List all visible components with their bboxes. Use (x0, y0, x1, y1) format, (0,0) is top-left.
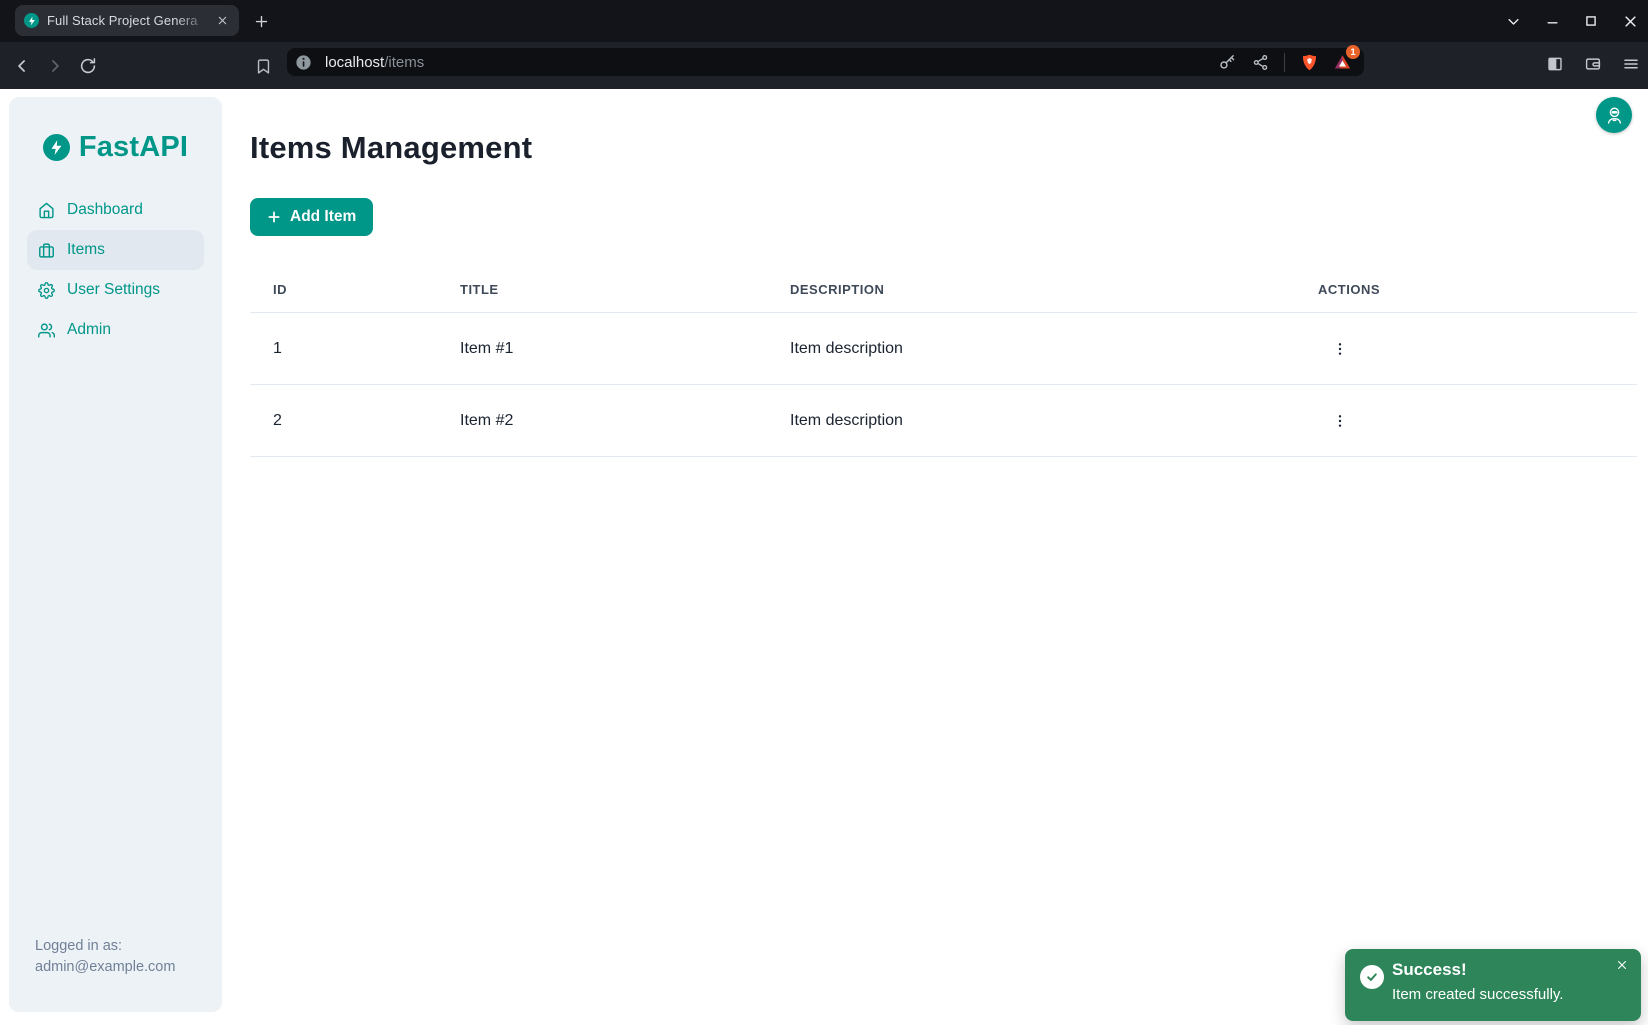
fastapi-logo: FastAPI (9, 97, 222, 164)
briefcase-icon (38, 242, 55, 259)
sidebar-item-dashboard[interactable]: Dashboard (27, 190, 204, 230)
row-actions-menu-button[interactable] (1324, 333, 1356, 365)
cell-description: Item description (790, 313, 1310, 385)
home-icon (38, 202, 55, 219)
brave-shield-icon[interactable] (1297, 50, 1321, 74)
minimize-icon[interactable] (1540, 9, 1564, 33)
toolbar-divider (1284, 53, 1285, 72)
cell-actions (1310, 385, 1637, 457)
window-controls (1501, 0, 1648, 42)
wallet-icon[interactable] (1581, 52, 1605, 76)
url-path: /items (384, 54, 424, 71)
sidebar-item-label: User Settings (67, 281, 160, 299)
cell-id: 1 (250, 313, 460, 385)
column-header-description: DESCRIPTION (790, 270, 1310, 313)
side-panel-icon[interactable] (1543, 52, 1567, 76)
bookmark-icon[interactable] (250, 53, 276, 79)
browser-toolbar: localhost/items 1 (0, 42, 1648, 89)
rewards-badge: 1 (1346, 45, 1360, 59)
sidebar: FastAPI Dashboard Items User Settings Ad… (9, 97, 222, 1012)
table-row: 1 Item #1 Item description (250, 313, 1637, 385)
sidebar-item-admin[interactable]: Admin (27, 310, 204, 350)
success-toast: Success! Item created successfully. (1345, 949, 1641, 1021)
sidebar-item-user-settings[interactable]: User Settings (27, 270, 204, 310)
add-item-label: Add Item (290, 208, 356, 226)
address-bar[interactable]: localhost/items 1 (287, 48, 1364, 76)
key-icon[interactable] (1215, 50, 1239, 74)
toast-title: Success! (1392, 960, 1467, 980)
cell-title: Item #2 (460, 385, 790, 457)
lightning-favicon-icon (24, 13, 39, 28)
sidebar-item-label: Dashboard (67, 201, 143, 219)
site-info-icon[interactable] (294, 53, 313, 72)
toast-message: Item created successfully. (1392, 986, 1563, 1003)
lightning-logo-icon (43, 134, 70, 161)
check-circle-icon (1360, 965, 1384, 989)
column-header-title: TITLE (460, 270, 790, 313)
user-astronaut-icon (1604, 105, 1625, 126)
column-header-actions: ACTIONS (1310, 270, 1637, 313)
sidebar-item-label: Items (67, 241, 105, 259)
back-icon[interactable] (9, 53, 35, 79)
sidebar-item-items[interactable]: Items (27, 230, 204, 270)
reload-icon[interactable] (75, 53, 101, 79)
cell-description: Item description (790, 385, 1310, 457)
forward-icon[interactable] (42, 53, 68, 79)
table-header-row: ID TITLE DESCRIPTION ACTIONS (250, 270, 1637, 313)
url-host: localhost (325, 54, 384, 71)
menu-hamburger-icon[interactable] (1619, 52, 1643, 76)
browser-titlebar: Full Stack Project Genera (0, 0, 1648, 42)
add-item-button[interactable]: Add Item (250, 198, 373, 236)
kebab-menu-icon (1332, 413, 1348, 429)
gear-icon (38, 282, 55, 299)
kebab-menu-icon (1332, 341, 1348, 357)
users-icon (38, 322, 55, 339)
logged-in-info: Logged in as: admin@example.com (35, 936, 175, 978)
toast-close-icon[interactable] (1613, 956, 1631, 974)
sidebar-item-label: Admin (67, 321, 111, 339)
tab-search-caret-icon[interactable] (1501, 9, 1525, 33)
cell-actions (1310, 313, 1637, 385)
app-page: FastAPI Dashboard Items User Settings Ad… (0, 89, 1648, 1025)
brave-rewards-icon[interactable]: 1 (1330, 50, 1354, 74)
user-menu-button[interactable] (1596, 97, 1632, 133)
plus-icon (267, 210, 281, 224)
new-tab-button[interactable] (249, 9, 273, 33)
items-table: ID TITLE DESCRIPTION ACTIONS 1 Item #1 I… (250, 270, 1637, 457)
share-icon[interactable] (1248, 50, 1272, 74)
logged-in-label: Logged in as: (35, 936, 175, 957)
cell-id: 2 (250, 385, 460, 457)
column-header-id: ID (250, 270, 460, 313)
close-window-icon[interactable] (1618, 9, 1642, 33)
page-title: Items Management (250, 130, 532, 166)
tab-close-icon[interactable] (213, 12, 231, 30)
maximize-icon[interactable] (1579, 9, 1603, 33)
cell-title: Item #1 (460, 313, 790, 385)
logo-text: FastAPI (79, 131, 188, 164)
logged-in-email: admin@example.com (35, 957, 175, 978)
toolbar-right-actions (1543, 52, 1643, 76)
url-text[interactable]: localhost/items (325, 54, 1215, 71)
row-actions-menu-button[interactable] (1324, 405, 1356, 437)
address-bar-actions: 1 (1215, 50, 1354, 74)
browser-tab[interactable]: Full Stack Project Genera (15, 5, 239, 36)
sidebar-nav: Dashboard Items User Settings Admin (9, 190, 222, 350)
table-row: 2 Item #2 Item description (250, 385, 1637, 457)
tab-title: Full Stack Project Genera (47, 12, 211, 30)
